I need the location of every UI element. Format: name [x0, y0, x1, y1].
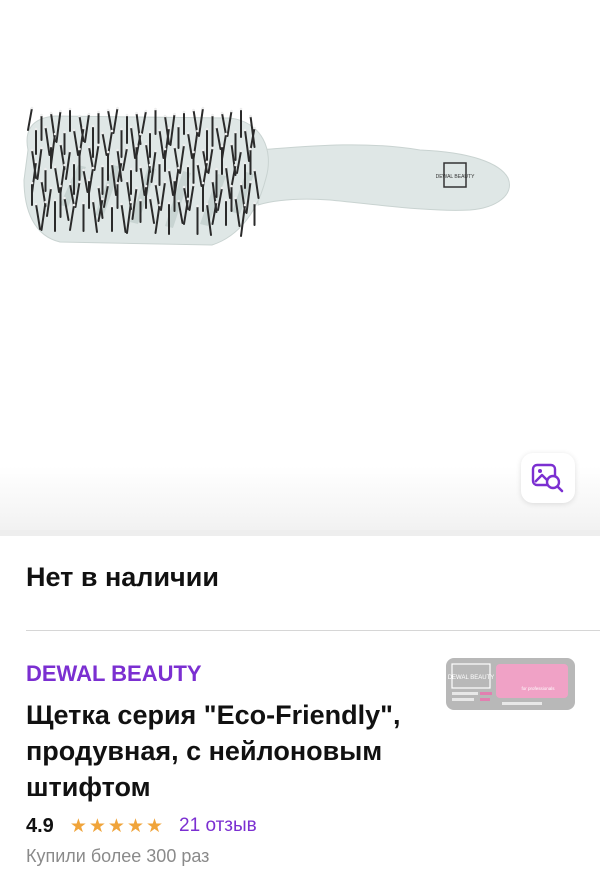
- visual-search-button[interactable]: [521, 453, 575, 503]
- rating-row[interactable]: 4.9 ★ ★ ★ ★ ★ 21 отзыв: [26, 813, 257, 839]
- star-icon: ★: [69, 815, 87, 837]
- svg-text:DEWAL BEAUTY: DEWAL BEAUTY: [448, 675, 495, 681]
- rating-value: 4.9: [26, 814, 54, 837]
- brand-link[interactable]: DEWAL BEAUTY: [26, 661, 202, 687]
- image-search-icon: [531, 463, 564, 493]
- hair-brush-image[interactable]: DEWAL BEAUTY: [0, 0, 600, 300]
- brand-logo-tile[interactable]: DEWAL BEAUTY for professionals: [446, 658, 575, 710]
- divider-line: [26, 630, 600, 631]
- rating-stars: ★ ★ ★ ★ ★: [70, 817, 165, 836]
- star-icon: ★: [126, 815, 144, 837]
- purchase-count: Купили более 300 раз: [26, 846, 210, 866]
- star-icon: ★: [146, 815, 164, 837]
- svg-text:DEWAL BEAUTY: DEWAL BEAUTY: [436, 174, 475, 180]
- tile-tagline: for professionals: [521, 686, 555, 691]
- product-title: Щетка серия "Eco-Friendly", продувная, с…: [26, 700, 401, 802]
- reviews-link[interactable]: 21 отзыв: [179, 815, 257, 837]
- availability-status: Нет в наличии: [26, 562, 219, 592]
- star-icon: ★: [88, 815, 106, 837]
- star-icon: ★: [107, 815, 125, 837]
- product-image-gallery[interactable]: DEWAL BEAUTY: [0, 0, 600, 530]
- section-divider: [0, 530, 600, 536]
